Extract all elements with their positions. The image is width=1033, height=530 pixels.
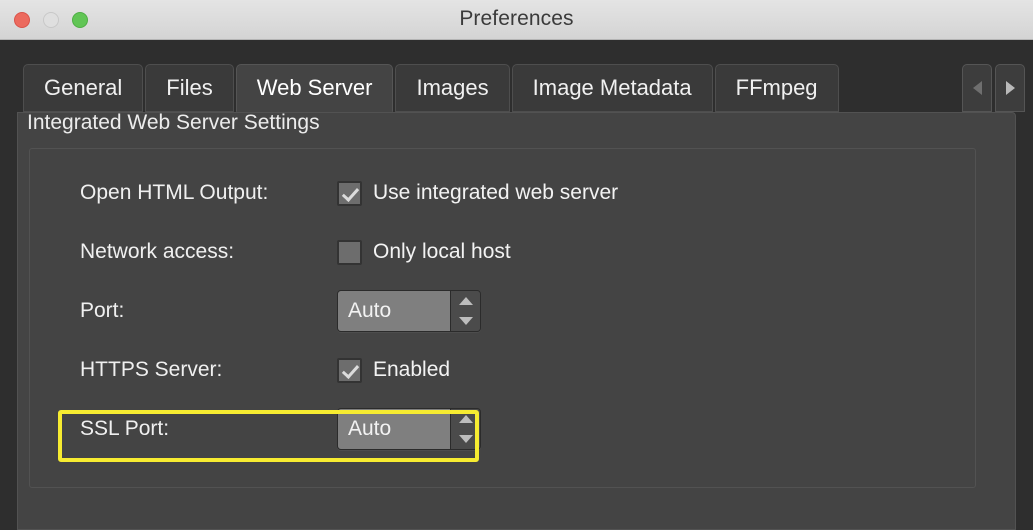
triangle-up-icon xyxy=(458,297,473,305)
ssl-port-decrement-button[interactable] xyxy=(451,429,480,449)
row-ssl-port: SSL Port: Auto xyxy=(30,407,975,451)
window-title: Preferences xyxy=(459,7,574,30)
section-title: Integrated Web Server Settings xyxy=(27,111,320,134)
tab-label: Images xyxy=(416,75,489,100)
row-control: Auto xyxy=(337,290,481,332)
ssl-port-increment-button[interactable] xyxy=(451,409,480,429)
port-input[interactable]: Auto xyxy=(338,291,450,331)
tab-files[interactable]: Files xyxy=(145,64,234,112)
tab-label: Web Server xyxy=(256,75,373,100)
triangle-down-icon xyxy=(458,435,473,443)
ssl-port-spinner-buttons xyxy=(450,409,480,449)
checkbox-label: Use integrated web server xyxy=(373,181,619,204)
port-decrement-button[interactable] xyxy=(451,311,480,331)
triangle-right-icon xyxy=(1005,81,1015,95)
tab-list: General Files Web Server Images Image Me… xyxy=(23,64,841,112)
tab-scroll-right-button[interactable] xyxy=(995,64,1025,112)
checkbox-label: Only local host xyxy=(373,240,511,263)
row-control: Only local host xyxy=(337,239,511,265)
tab-ffmpeg[interactable]: FFmpeg xyxy=(714,64,839,112)
preferences-tabstrip: General Files Web Server Images Image Me… xyxy=(0,41,1033,530)
checkbox-label: Enabled xyxy=(373,358,451,381)
web-server-settings-groupbox: Open HTML Output: Use integrated web ser… xyxy=(29,148,976,488)
ssl-port-input[interactable]: Auto xyxy=(338,409,450,449)
triangle-left-icon xyxy=(972,81,982,95)
triangle-down-icon xyxy=(458,317,473,325)
tab-label: Image Metadata xyxy=(532,75,692,100)
row-label: SSL Port: xyxy=(80,417,170,440)
https-server-enabled-checkbox[interactable] xyxy=(337,357,362,383)
window-titlebar: Preferences xyxy=(0,0,1033,40)
row-label: Network access: xyxy=(80,240,235,263)
tab-label: FFmpeg xyxy=(735,75,818,100)
tab-images[interactable]: Images xyxy=(395,64,510,112)
tab-web-server[interactable]: Web Server xyxy=(235,64,394,112)
preferences-window: Preferences General Files Web Server Ima… xyxy=(0,0,1033,530)
port-spinner-buttons xyxy=(450,291,480,331)
use-integrated-web-server-checkbox[interactable] xyxy=(337,180,362,206)
tab-label: General xyxy=(44,75,123,100)
row-network-access: Network access: Only local host xyxy=(30,230,975,274)
row-label: Open HTML Output: xyxy=(80,181,269,204)
tab-image-metadata[interactable]: Image Metadata xyxy=(511,64,713,112)
triangle-up-icon xyxy=(458,415,473,423)
only-local-host-checkbox[interactable] xyxy=(337,239,362,265)
ssl-port-spinner[interactable]: Auto xyxy=(337,408,481,450)
tab-scroll-controls xyxy=(959,64,1025,112)
port-increment-button[interactable] xyxy=(451,291,480,311)
tab-scroll-left-button[interactable] xyxy=(962,64,992,112)
row-port: Port: Auto xyxy=(30,289,975,333)
row-open-html-output: Open HTML Output: Use integrated web ser… xyxy=(30,171,975,215)
tab-general[interactable]: General xyxy=(23,64,144,112)
port-spinner[interactable]: Auto xyxy=(337,290,481,332)
row-control: Auto xyxy=(337,408,481,450)
tab-label: Files xyxy=(166,75,213,100)
row-label: Port: xyxy=(80,299,125,322)
row-control: Enabled xyxy=(337,357,451,383)
row-control: Use integrated web server xyxy=(337,180,619,206)
row-https-server: HTTPS Server: Enabled xyxy=(30,348,975,392)
row-label: HTTPS Server: xyxy=(80,358,223,381)
